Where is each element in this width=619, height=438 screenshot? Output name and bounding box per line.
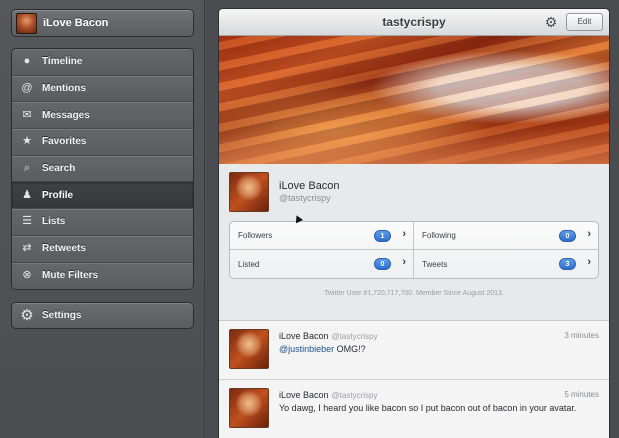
stat-listed[interactable]: Listed 0 › (230, 250, 414, 278)
at-icon: @ (21, 82, 33, 95)
avatar[interactable] (229, 388, 269, 428)
count-badge: 0 (559, 230, 576, 242)
profile-handle: @tastycrispy (279, 193, 331, 203)
pane-divider[interactable] (204, 0, 206, 438)
tweet-timestamp: 3 minutes (564, 331, 599, 340)
chevron-right-icon: › (402, 228, 406, 240)
sidebar-item-retweets[interactable]: ⇄ Retweets (12, 235, 193, 263)
sidebar-item-mentions[interactable]: @ Mentions (12, 75, 193, 103)
sidebar-item-label: Messages (42, 109, 90, 121)
sidebar-item-label: Mute Filters (42, 270, 99, 282)
sidebar-item-profile[interactable]: ♟ Profile (12, 182, 193, 210)
retweet-icon: ⇄ (22, 242, 32, 255)
tweet-body: OMG!? (334, 344, 366, 354)
avatar (16, 12, 37, 34)
star-icon: ★ (22, 135, 32, 148)
envelope-icon: ✉ (22, 108, 32, 121)
sidebar-item-label: Lists (42, 216, 66, 228)
chevron-right-icon: › (587, 228, 591, 240)
profile-header: iLove Bacon @tastycrispy Followers 1 › F… (219, 164, 609, 321)
sidebar-item-label: Timeline (42, 56, 83, 68)
profile-name: iLove Bacon (279, 180, 340, 192)
sidebar-item-label: Retweets (42, 243, 86, 255)
count-badge: 1 (374, 230, 391, 242)
mention-link[interactable]: @justinbieber (279, 344, 334, 354)
sidebar-item-label: Profile (42, 189, 74, 201)
settings-label: Settings (42, 310, 82, 321)
stat-label: Tweets (422, 259, 448, 269)
sidebar-item-timeline[interactable]: ● Timeline (12, 49, 193, 76)
sidebar-item-label: Search (42, 163, 76, 175)
person-icon: ♟ (22, 188, 32, 201)
stat-following[interactable]: Following 0 › (414, 222, 598, 250)
account-button[interactable]: iLove Bacon (11, 9, 194, 37)
tweet-author-name: iLove Bacon (279, 390, 329, 400)
sidebar: iLove Bacon ● Timeline @ Mentions ✉ Mess… (0, 0, 204, 438)
tweet-author-handle: @tastycrispy (331, 332, 378, 341)
gear-icon[interactable]: ⚙ (543, 14, 559, 30)
mute-icon: ⊗ (22, 269, 32, 282)
stat-tweets[interactable]: Tweets 3 › (414, 250, 598, 278)
chevron-right-icon: › (587, 256, 591, 268)
edit-button[interactable]: Edit (566, 13, 603, 31)
sidebar-item-favorites[interactable]: ★ Favorites (12, 129, 193, 156)
sidebar-item-mute-filters[interactable]: ⊗ Mute Filters (12, 262, 193, 290)
tweet-author-name: iLove Bacon (279, 331, 329, 341)
settings-button[interactable]: ⚙ Settings (11, 302, 194, 329)
stat-label: Following (422, 231, 456, 240)
sidebar-item-search[interactable]: ⌕ Search (12, 155, 193, 183)
sidebar-item-lists[interactable]: ☰ Lists (12, 209, 193, 236)
sidebar-item-messages[interactable]: ✉ Messages (12, 102, 193, 130)
timeline-icon: ● (23, 55, 31, 68)
tweet-author: iLove Bacon @tastycrispy (279, 331, 377, 341)
list-icon: ☰ (22, 215, 32, 228)
count-badge: 3 (559, 258, 576, 270)
tweet-text: @justinbieber OMG!? (279, 343, 597, 355)
tweet-item[interactable]: iLove Bacon @tastycrispy 5 minutes Yo daw… (219, 380, 609, 438)
sidebar-nav: ● Timeline @ Mentions ✉ Messages ★ Favor… (11, 48, 194, 291)
profile-panel: tastycrispy ⚙ Edit iLove Bacon @tastycri… (218, 8, 610, 438)
sidebar-item-label: Mentions (42, 83, 86, 95)
stat-label: Followers (238, 231, 273, 240)
title-bar: tastycrispy ⚙ Edit (219, 9, 609, 36)
account-name: iLove Bacon (43, 17, 109, 29)
tweet-item[interactable]: iLove Bacon @tastycrispy 3 minutes @justi… (219, 321, 609, 380)
tweet-text: Yo dawg, I heard you like bacon so I put… (279, 403, 577, 413)
stat-label: Listed (238, 259, 260, 269)
stat-followers[interactable]: Followers 1 › (230, 222, 414, 250)
gear-icon: ⚙ (20, 307, 34, 324)
tweet-author: iLove Bacon @tastycrispy (279, 390, 377, 400)
count-badge: 0 (374, 258, 391, 270)
tweet-author-handle: @tastycrispy (331, 391, 378, 400)
profile-stats: Followers 1 › Following 0 › Listed 0 › T… (229, 221, 599, 279)
search-icon: ⌕ (23, 162, 31, 175)
tweet-timestamp: 5 minutes (564, 390, 599, 399)
chevron-right-icon: › (402, 256, 406, 268)
sidebar-item-label: Favorites (42, 136, 87, 148)
avatar[interactable] (229, 329, 269, 369)
member-since-text: Twitter User #1,720,717,700. Member Sinc… (324, 290, 504, 297)
profile-banner-image (219, 36, 609, 164)
avatar[interactable] (229, 172, 269, 212)
